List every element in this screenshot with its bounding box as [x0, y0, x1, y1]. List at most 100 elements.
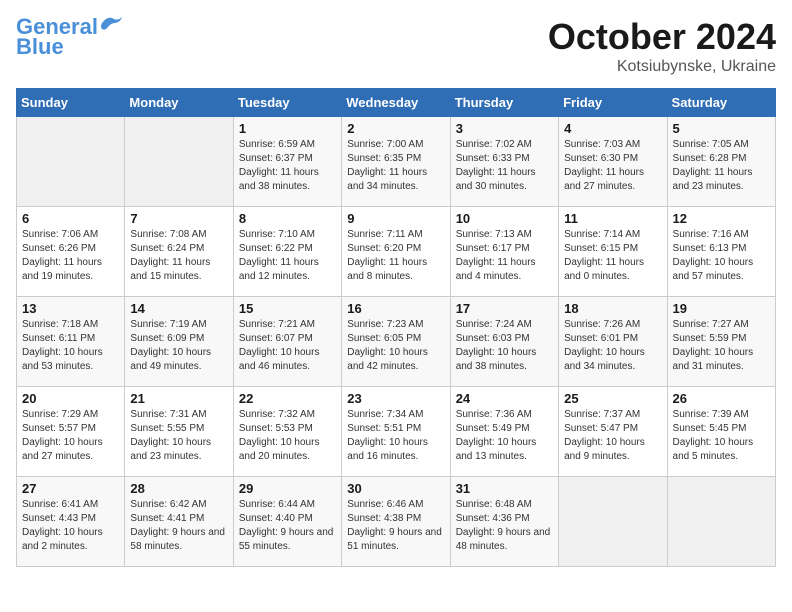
calendar-cell: 31 Sunrise: 6:48 AM Sunset: 4:36 PM Dayli… — [450, 477, 558, 567]
day-info: Sunrise: 7:11 AM Sunset: 6:20 PM Dayligh… — [347, 228, 444, 284]
day-info: Sunrise: 7:24 AM Sunset: 6:03 PM Dayligh… — [456, 318, 553, 374]
day-number: 4 — [564, 121, 661, 136]
calendar-week-5: 27 Sunrise: 6:41 AM Sunset: 4:43 PM Dayli… — [17, 477, 776, 567]
day-number: 21 — [130, 391, 227, 406]
calendar-cell: 9 Sunrise: 7:11 AM Sunset: 6:20 PM Daylig… — [342, 207, 450, 297]
day-number: 29 — [239, 481, 336, 496]
weekday-header-friday: Friday — [559, 89, 667, 117]
day-number: 12 — [673, 211, 770, 226]
calendar-cell — [125, 117, 233, 207]
day-number: 1 — [239, 121, 336, 136]
day-number: 24 — [456, 391, 553, 406]
day-number: 10 — [456, 211, 553, 226]
calendar-cell: 5 Sunrise: 7:05 AM Sunset: 6:28 PM Daylig… — [667, 117, 775, 207]
day-number: 9 — [347, 211, 444, 226]
day-info: Sunrise: 6:42 AM Sunset: 4:41 PM Dayligh… — [130, 498, 227, 554]
day-number: 25 — [564, 391, 661, 406]
weekday-header-thursday: Thursday — [450, 89, 558, 117]
weekday-header-monday: Monday — [125, 89, 233, 117]
day-number: 18 — [564, 301, 661, 316]
day-number: 23 — [347, 391, 444, 406]
day-number: 7 — [130, 211, 227, 226]
day-number: 15 — [239, 301, 336, 316]
day-info: Sunrise: 7:10 AM Sunset: 6:22 PM Dayligh… — [239, 228, 336, 284]
day-info: Sunrise: 7:32 AM Sunset: 5:53 PM Dayligh… — [239, 408, 336, 464]
day-number: 22 — [239, 391, 336, 406]
day-number: 2 — [347, 121, 444, 136]
day-number: 5 — [673, 121, 770, 136]
calendar-cell: 17 Sunrise: 7:24 AM Sunset: 6:03 PM Dayli… — [450, 297, 558, 387]
calendar-cell: 28Sunrise: 6:42 AM Sunset: 4:41 PM Dayli… — [125, 477, 233, 567]
day-number: 14 — [130, 301, 227, 316]
calendar-cell — [17, 117, 125, 207]
calendar-cell: 24 Sunrise: 7:36 AM Sunset: 5:49 PM Dayli… — [450, 387, 558, 477]
day-number: 6 — [22, 211, 119, 226]
day-info: Sunrise: 7:05 AM Sunset: 6:28 PM Dayligh… — [673, 138, 770, 194]
calendar-week-2: 6 Sunrise: 7:06 AM Sunset: 6:26 PM Daylig… — [17, 207, 776, 297]
calendar-cell: 3 Sunrise: 7:02 AM Sunset: 6:33 PM Daylig… — [450, 117, 558, 207]
calendar-cell: 22 Sunrise: 7:32 AM Sunset: 5:53 PM Dayli… — [233, 387, 341, 477]
header: General Blue October 2024 Kotsiubynske, … — [16, 16, 776, 76]
calendar-cell: 19 Sunrise: 7:27 AM Sunset: 5:59 PM Dayli… — [667, 297, 775, 387]
calendar-cell: 12 Sunrise: 7:16 AM Sunset: 6:13 PM Dayli… — [667, 207, 775, 297]
weekday-header-wednesday: Wednesday — [342, 89, 450, 117]
day-info: Sunrise: 7:14 AM Sunset: 6:15 PM Dayligh… — [564, 228, 661, 284]
day-info: Sunrise: 7:06 AM Sunset: 6:26 PM Dayligh… — [22, 228, 119, 284]
day-number: 20 — [22, 391, 119, 406]
day-info: Sunrise: 7:19 AM Sunset: 6:09 PM Dayligh… — [130, 318, 227, 374]
calendar-cell: 7Sunrise: 7:08 AM Sunset: 6:24 PM Daylig… — [125, 207, 233, 297]
calendar-cell: 29 Sunrise: 6:44 AM Sunset: 4:40 PM Dayli… — [233, 477, 341, 567]
calendar-body: 1Sunrise: 6:59 AM Sunset: 6:37 PM Daylig… — [17, 117, 776, 567]
day-info: Sunrise: 7:00 AM Sunset: 6:35 PM Dayligh… — [347, 138, 444, 194]
calendar-week-1: 1Sunrise: 6:59 AM Sunset: 6:37 PM Daylig… — [17, 117, 776, 207]
day-number: 16 — [347, 301, 444, 316]
calendar-cell: 30 Sunrise: 6:46 AM Sunset: 4:38 PM Dayli… — [342, 477, 450, 567]
calendar-cell: 20Sunrise: 7:29 AM Sunset: 5:57 PM Dayli… — [17, 387, 125, 477]
title-area: October 2024 Kotsiubynske, Ukraine — [548, 16, 776, 76]
day-info: Sunrise: 6:44 AM Sunset: 4:40 PM Dayligh… — [239, 498, 336, 554]
day-number: 17 — [456, 301, 553, 316]
logo-blue: Blue — [16, 36, 64, 58]
day-number: 19 — [673, 301, 770, 316]
day-info: Sunrise: 7:03 AM Sunset: 6:30 PM Dayligh… — [564, 138, 661, 194]
calendar-cell: 18Sunrise: 7:26 AM Sunset: 6:01 PM Dayli… — [559, 297, 667, 387]
day-info: Sunrise: 6:46 AM Sunset: 4:38 PM Dayligh… — [347, 498, 444, 554]
day-info: Sunrise: 7:27 AM Sunset: 5:59 PM Dayligh… — [673, 318, 770, 374]
day-info: Sunrise: 7:31 AM Sunset: 5:55 PM Dayligh… — [130, 408, 227, 464]
weekday-header-saturday: Saturday — [667, 89, 775, 117]
day-number: 26 — [673, 391, 770, 406]
day-info: Sunrise: 7:13 AM Sunset: 6:17 PM Dayligh… — [456, 228, 553, 284]
logo: General Blue — [16, 16, 122, 58]
weekday-header-tuesday: Tuesday — [233, 89, 341, 117]
calendar-cell: 2 Sunrise: 7:00 AM Sunset: 6:35 PM Daylig… — [342, 117, 450, 207]
logo-bird-icon — [100, 15, 122, 31]
day-number: 13 — [22, 301, 119, 316]
location-subtitle: Kotsiubynske, Ukraine — [548, 58, 776, 76]
day-info: Sunrise: 7:18 AM Sunset: 6:11 PM Dayligh… — [22, 318, 119, 374]
day-info: Sunrise: 6:41 AM Sunset: 4:43 PM Dayligh… — [22, 498, 119, 554]
calendar-cell: 27 Sunrise: 6:41 AM Sunset: 4:43 PM Dayli… — [17, 477, 125, 567]
calendar-cell: 23 Sunrise: 7:34 AM Sunset: 5:51 PM Dayli… — [342, 387, 450, 477]
calendar-week-4: 20Sunrise: 7:29 AM Sunset: 5:57 PM Dayli… — [17, 387, 776, 477]
calendar-cell: 8Sunrise: 7:10 AM Sunset: 6:22 PM Daylig… — [233, 207, 341, 297]
day-info: Sunrise: 7:02 AM Sunset: 6:33 PM Dayligh… — [456, 138, 553, 194]
calendar-cell: 10 Sunrise: 7:13 AM Sunset: 6:17 PM Dayli… — [450, 207, 558, 297]
calendar-cell: 6 Sunrise: 7:06 AM Sunset: 6:26 PM Daylig… — [17, 207, 125, 297]
day-number: 3 — [456, 121, 553, 136]
day-info: Sunrise: 6:48 AM Sunset: 4:36 PM Dayligh… — [456, 498, 553, 554]
calendar-cell — [559, 477, 667, 567]
day-number: 27 — [22, 481, 119, 496]
day-info: Sunrise: 7:21 AM Sunset: 6:07 PM Dayligh… — [239, 318, 336, 374]
day-info: Sunrise: 7:16 AM Sunset: 6:13 PM Dayligh… — [673, 228, 770, 284]
day-number: 11 — [564, 211, 661, 226]
day-info: Sunrise: 7:36 AM Sunset: 5:49 PM Dayligh… — [456, 408, 553, 464]
month-title: October 2024 — [548, 16, 776, 58]
day-info: Sunrise: 7:23 AM Sunset: 6:05 PM Dayligh… — [347, 318, 444, 374]
day-number: 31 — [456, 481, 553, 496]
calendar-cell: 11 Sunrise: 7:14 AM Sunset: 6:15 PM Dayli… — [559, 207, 667, 297]
calendar-cell: 21 Sunrise: 7:31 AM Sunset: 5:55 PM Dayli… — [125, 387, 233, 477]
calendar-cell: 4 Sunrise: 7:03 AM Sunset: 6:30 PM Daylig… — [559, 117, 667, 207]
day-info: Sunrise: 7:34 AM Sunset: 5:51 PM Dayligh… — [347, 408, 444, 464]
calendar-cell — [667, 477, 775, 567]
day-number: 30 — [347, 481, 444, 496]
